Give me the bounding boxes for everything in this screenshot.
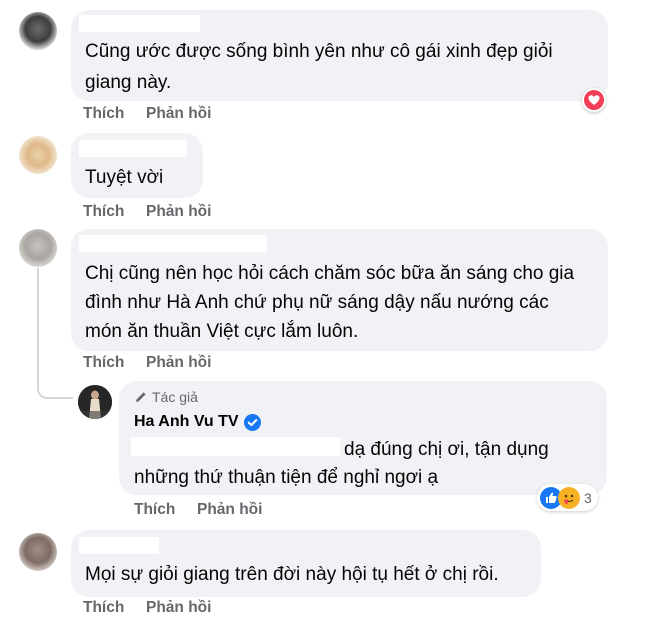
author-badge: Tác giả	[134, 389, 198, 405]
reply-button[interactable]: Phản hồi	[146, 354, 211, 372]
reply-button[interactable]: Phản hồi	[146, 203, 211, 221]
commenter-avatar[interactable]	[19, 12, 57, 50]
reaction-count: 3	[584, 489, 592, 506]
reaction-summary[interactable]: 3	[537, 484, 598, 511]
redacted-commenter-name	[79, 140, 187, 157]
comment-text-line: Mọi sự giỏi giang trên đời này hội tụ hế…	[85, 564, 499, 585]
commenter-avatar[interactable]	[19, 533, 57, 571]
heart-icon	[584, 90, 604, 110]
like-button[interactable]: Thích	[83, 105, 124, 123]
reply-button[interactable]: Phản hồi	[146, 599, 211, 617]
comment-text-line: Tuyệt vời	[85, 167, 164, 188]
care-reaction-icon	[558, 486, 580, 509]
redacted-commenter-name	[79, 15, 200, 32]
comment-text-line: món ăn thuần Việt cực lắm luôn.	[85, 321, 359, 342]
like-button[interactable]: Thích	[83, 354, 124, 372]
author-pen-icon	[136, 392, 146, 402]
author-badge-label: Tác giả	[152, 389, 198, 405]
comment-text-line: giang này.	[85, 72, 172, 93]
like-button[interactable]: Thích	[83, 203, 124, 221]
author-name-link[interactable]: Ha Anh Vu TV	[134, 413, 261, 431]
reply-button[interactable]: Phản hồi	[146, 105, 211, 123]
redacted-commenter-name	[79, 537, 159, 554]
commenter-avatar[interactable]	[19, 136, 57, 174]
author-avatar[interactable]	[78, 385, 112, 419]
author-photo-icon	[78, 385, 112, 419]
love-reaction[interactable]	[582, 88, 606, 112]
redacted-commenter-name	[79, 235, 267, 252]
verified-badge-icon	[243, 413, 261, 431]
redacted-mention	[131, 437, 340, 456]
like-button[interactable]: Thích	[134, 501, 175, 519]
commenter-avatar[interactable]	[19, 229, 57, 267]
reply-thread-line	[37, 268, 73, 399]
reply-button[interactable]: Phản hồi	[197, 501, 262, 519]
author-name: Ha Anh Vu TV	[134, 413, 239, 430]
comment-text-line: Cũng ước được sống bình yên như cô gái x…	[85, 41, 553, 62]
reply-text-line: những thứ thuận tiện để nghỉ ngơi ạ	[134, 467, 439, 488]
like-button[interactable]: Thích	[83, 599, 124, 617]
